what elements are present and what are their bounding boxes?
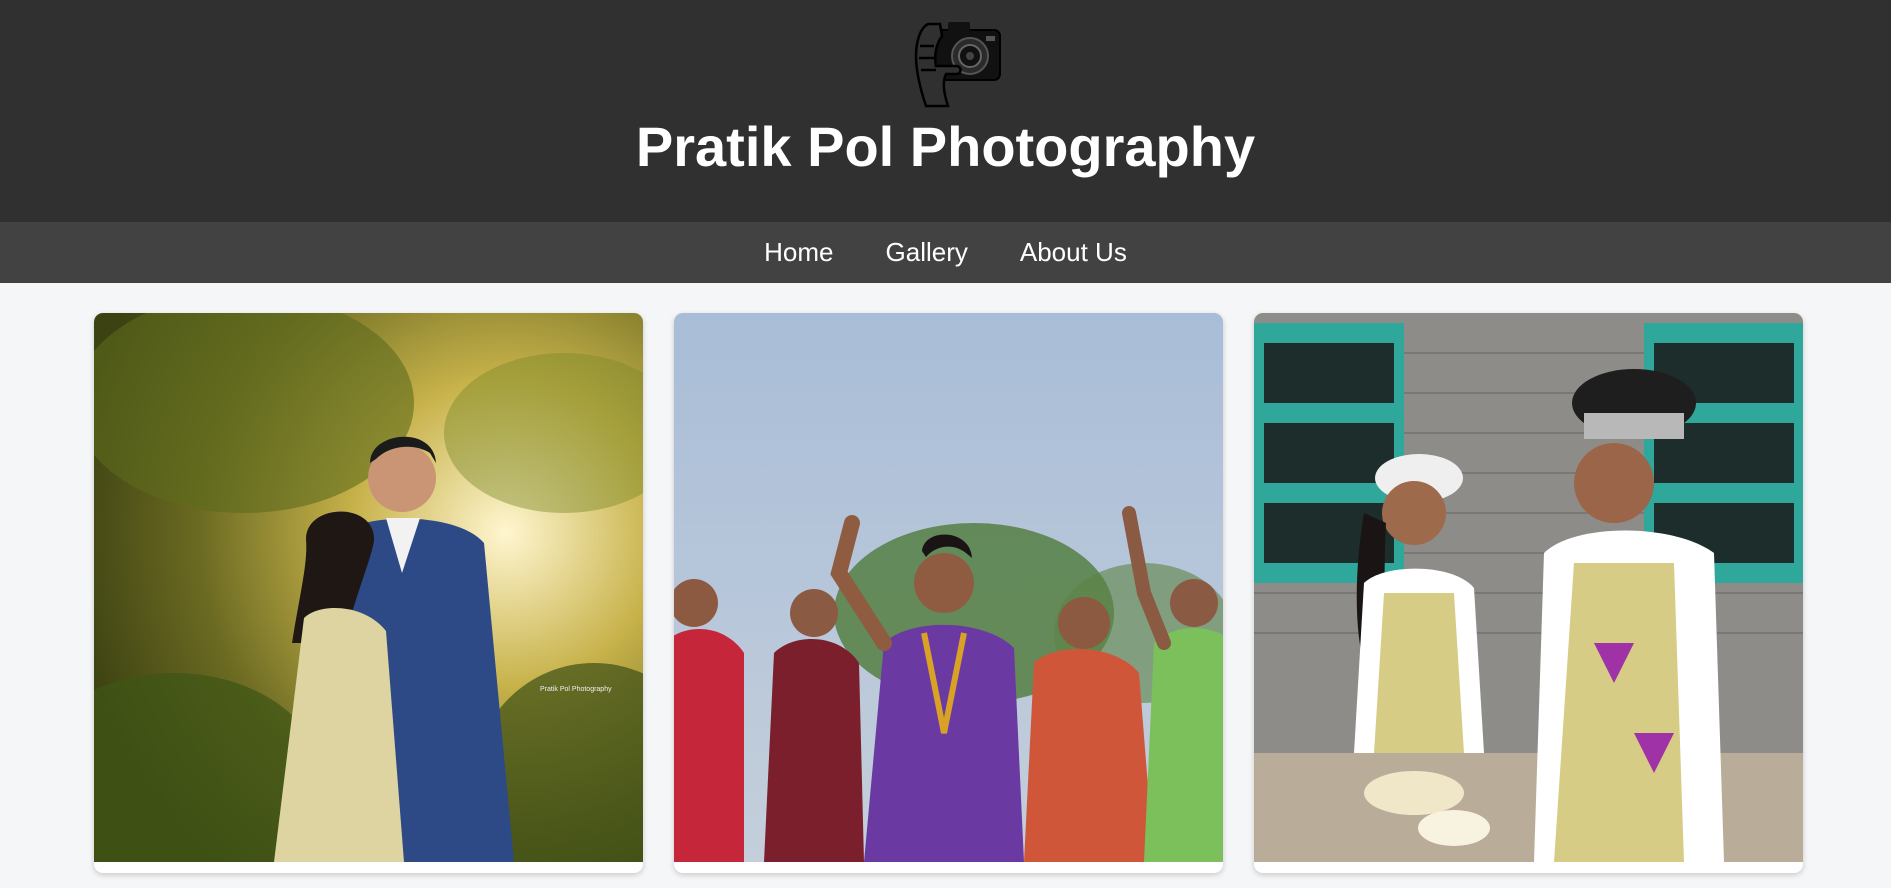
camera-in-hand-icon <box>914 22 1001 108</box>
nav-gallery-link[interactable]: Gallery <box>886 222 968 283</box>
nav-about-us-link[interactable]: About Us <box>1020 222 1127 283</box>
gallery-card-kitchen-couple[interactable] <box>1254 313 1803 873</box>
kitchen-couple-photo[interactable] <box>1254 313 1803 862</box>
gallery-card-couple-portrait[interactable]: Pratik Pol Photography <box>94 313 643 873</box>
photo-watermark: Pratik Pol Photography <box>540 686 612 693</box>
gallery-card-celebration-group[interactable] <box>674 313 1223 873</box>
site-title: Pratik Pol Photography <box>635 115 1256 178</box>
site-header: Pratik Pol Photography <box>0 0 1891 222</box>
celebration-group-photo[interactable] <box>674 313 1223 862</box>
photo-gallery: Pratik Pol Photography <box>0 283 1891 888</box>
couple-portrait-photo[interactable]: Pratik Pol Photography <box>94 313 643 862</box>
nav-home-link[interactable]: Home <box>764 222 833 283</box>
main-nav: Home Gallery About Us <box>0 222 1891 283</box>
